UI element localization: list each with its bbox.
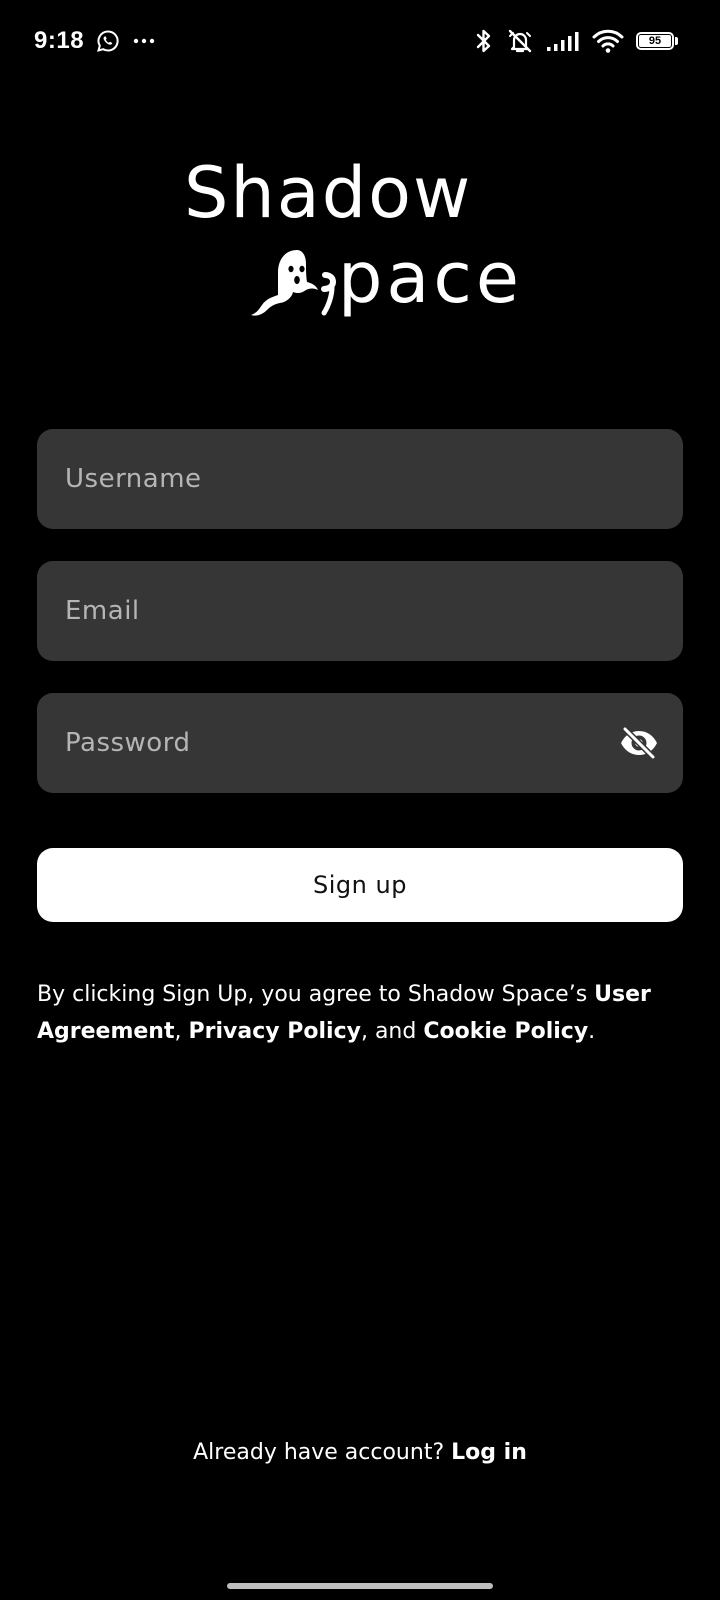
login-prompt: Already have account? Log in [0,1440,720,1465]
status-bar: 9:18 95 [0,0,720,80]
status-time: 9:18 [34,27,85,54]
ghost-icon [251,250,337,316]
username-input[interactable] [65,449,655,509]
logo-line-1: Shadow [184,152,472,234]
terms-suffix: . [588,1019,596,1044]
wifi-icon [592,28,624,54]
sign-up-button[interactable]: Sign up [37,848,683,922]
privacy-policy-link[interactable]: Privacy Policy [189,1019,361,1044]
terms-text: By clicking Sign Up, you agree to Shadow… [37,976,687,1050]
more-dots-icon [132,29,156,53]
password-input[interactable] [65,713,617,773]
terms-separator: , and [360,1019,424,1044]
terms-separator: , [174,1019,189,1044]
username-field-container [37,429,683,529]
whatsapp-icon [96,29,120,53]
app-logo: Shadow pace [180,135,540,335]
status-bar-right: 95 [474,26,678,56]
home-indicator[interactable] [227,1583,493,1589]
cookie-policy-link[interactable]: Cookie Policy [423,1019,588,1044]
eye-off-icon[interactable] [617,721,661,765]
bluetooth-icon [474,28,494,54]
login-prompt-text: Already have account? [193,1440,452,1465]
alarm-off-icon [506,27,534,55]
battery-icon: 95 [636,32,678,50]
status-bar-left: 9:18 [34,26,156,56]
terms-prefix: By clicking Sign Up, you agree to Shadow… [37,982,595,1007]
battery-level: 95 [639,35,671,47]
email-field-container [37,561,683,661]
signal-icon [546,30,580,52]
email-input[interactable] [65,581,655,641]
password-field-container [37,693,683,793]
log-in-link[interactable]: Log in [451,1440,527,1465]
logo-line-2: pace [338,237,523,319]
